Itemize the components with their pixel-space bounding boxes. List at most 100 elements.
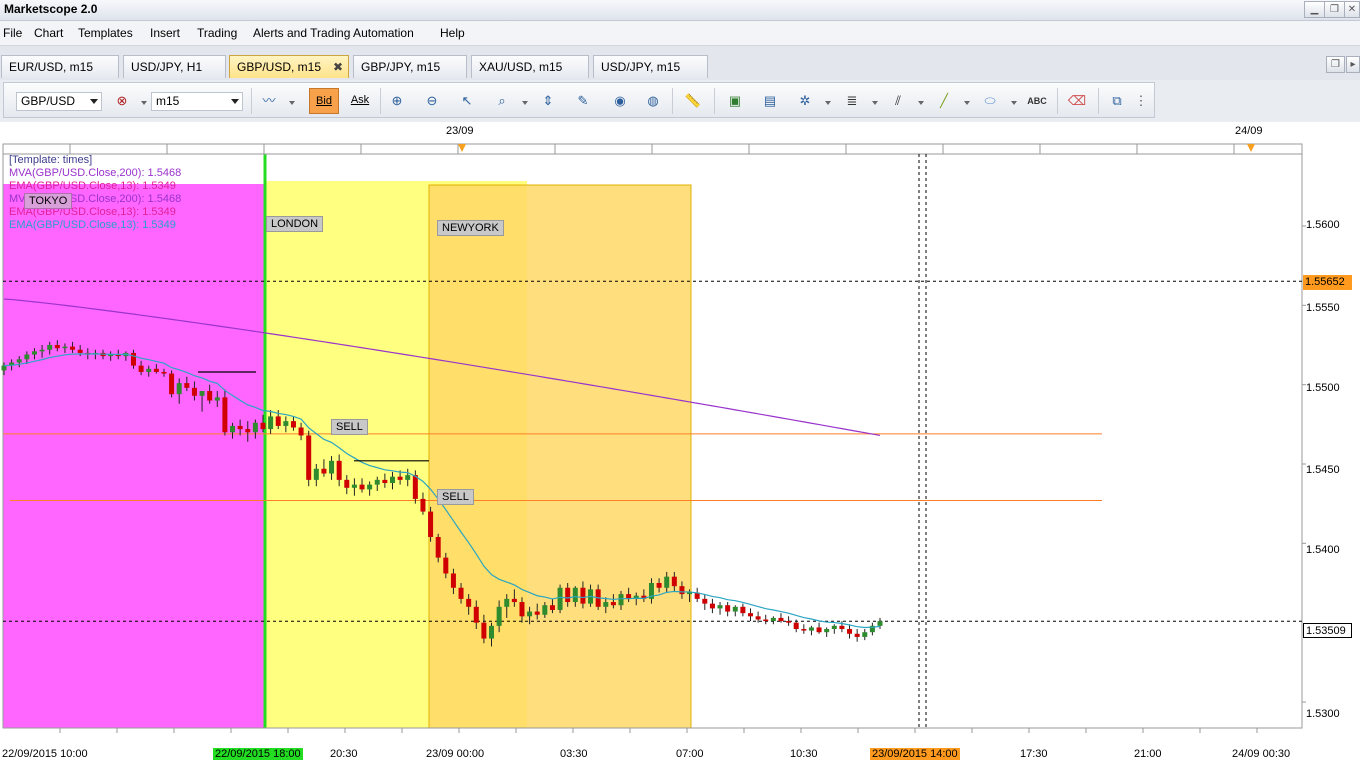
candle-down <box>153 368 159 372</box>
sell-signal-label[interactable]: SELL <box>331 419 368 435</box>
ruler-icon[interactable]: 📏 <box>682 91 704 111</box>
menu-help[interactable]: Help <box>440 26 465 40</box>
candle-up <box>1 365 7 371</box>
trendline-icon[interactable]: ╱ <box>933 91 955 111</box>
candle-down <box>321 468 327 474</box>
candle-down <box>344 479 350 488</box>
tab-gbpjpy-m15[interactable]: GBP/JPY, m15 <box>353 55 467 78</box>
y-tick-label: 1.5550 <box>1306 302 1340 314</box>
candle-up <box>557 587 563 610</box>
chevron-down-icon[interactable] <box>918 101 924 105</box>
candle-up <box>603 602 609 607</box>
tabs-restore-button[interactable]: ❐ <box>1326 56 1345 73</box>
toolbar-separator <box>251 88 252 114</box>
toolbar-separator <box>714 88 715 114</box>
candle-up <box>31 351 37 355</box>
current-price-box: 1.53509 <box>1303 623 1352 638</box>
tokyo-session-area <box>3 184 265 728</box>
close-window-button[interactable]: ✕ <box>1344 1 1360 18</box>
cursor-icon[interactable]: ↖ <box>456 91 478 111</box>
candle-down <box>290 421 296 428</box>
zoom-out-icon[interactable]: ⊖ <box>421 91 443 111</box>
scale-icon[interactable]: ⇕ <box>537 91 559 111</box>
x-tick-label: 22/09/2015 10:00 <box>2 748 88 760</box>
sell-signal-label[interactable]: SELL <box>437 489 474 505</box>
chart-type-icon[interactable]: 〰 <box>258 91 280 111</box>
ask-button[interactable]: Ask <box>346 88 374 114</box>
chevron-down-icon[interactable] <box>964 101 970 105</box>
candle-up <box>199 391 205 396</box>
chevron-down-icon[interactable] <box>825 101 831 105</box>
zoom-area-icon[interactable]: ⌕ <box>491 91 513 111</box>
menu-alerts[interactable]: Alerts and Trading Automation <box>253 26 414 40</box>
tab-close-icon[interactable]: ✖ <box>333 56 343 79</box>
candle-down <box>275 416 281 426</box>
symbol-select[interactable]: GBP/USD <box>16 92 102 111</box>
candle-down <box>610 602 616 606</box>
candle-down <box>222 397 228 433</box>
eye-icon[interactable]: ◉ <box>609 91 631 111</box>
minimize-button[interactable]: ▁ <box>1304 1 1325 18</box>
menu-templates[interactable]: Templates <box>78 26 133 40</box>
candle-down <box>519 602 525 617</box>
tab-label: USD/JPY, H1 <box>131 60 203 74</box>
chart-area[interactable]: [Template: times] MVA(GBP/USD.Close,200)… <box>0 122 1360 768</box>
price-chart[interactable] <box>0 122 1360 768</box>
ellipse-icon[interactable]: ⬭ <box>979 91 1001 111</box>
timeframe-select[interactable]: m15 <box>151 92 243 111</box>
candle-down <box>458 587 464 599</box>
image-icon[interactable]: ▣ <box>724 91 746 111</box>
bid-button[interactable]: Bid <box>309 88 339 114</box>
candle-down <box>77 349 83 353</box>
fan-icon[interactable]: ⫽ <box>887 91 909 111</box>
candle-up <box>572 587 578 603</box>
candle-down <box>435 536 441 558</box>
tabs-scroll-button[interactable]: ▸ <box>1346 56 1360 73</box>
hierarchy-icon[interactable]: ⧉ <box>1106 91 1128 111</box>
candle-down <box>428 511 434 537</box>
candle-up <box>214 397 220 401</box>
session-label-london[interactable]: LONDON <box>266 216 324 232</box>
candle-down <box>260 422 266 430</box>
menu-insert[interactable]: Insert <box>150 26 180 40</box>
toolbar-overflow-icon[interactable]: ⋮ <box>1134 91 1148 111</box>
y-tick-label: 1.5300 <box>1306 708 1340 720</box>
tab-xauusd-m15[interactable]: XAU/USD, m15 <box>471 55 589 78</box>
text-tool-icon[interactable]: ABC <box>1026 91 1048 111</box>
edit-chart-icon[interactable]: ✎ <box>572 91 594 111</box>
zoom-in-icon[interactable]: ⊕ <box>386 91 408 111</box>
x-tick-label: 03:30 <box>560 748 588 760</box>
lines-icon[interactable]: ≣ <box>841 91 863 111</box>
remove-indicator-icon[interactable]: ⊗ <box>111 91 133 111</box>
candle-down <box>237 425 243 430</box>
candle-up <box>618 594 624 606</box>
candle-down <box>138 365 144 372</box>
chevron-down-icon[interactable] <box>522 101 528 105</box>
chevron-down-icon[interactable] <box>289 101 295 105</box>
tab-eurusd-m15[interactable]: EUR/USD, m15 <box>1 55 119 78</box>
eraser-icon[interactable]: ⌫ <box>1066 91 1088 111</box>
candle-down <box>54 345 60 349</box>
candle-up <box>862 632 868 637</box>
tools-icon[interactable]: ✲ <box>794 91 816 111</box>
restore-button[interactable]: ❐ <box>1324 1 1345 18</box>
candle-down <box>534 611 540 615</box>
candle-up <box>39 349 45 352</box>
menu-chart[interactable]: Chart <box>34 26 63 40</box>
tab-usdjpy-m15[interactable]: USD/JPY, m15 <box>593 55 708 78</box>
x-tick-label: 21:00 <box>1134 748 1162 760</box>
tab-gbpusd-m15[interactable]: GBP/USD, m15 ✖ <box>229 55 349 78</box>
candle-up <box>504 598 510 607</box>
session-label-tokyo[interactable]: TOKYO <box>24 193 73 209</box>
chevron-down-icon[interactable] <box>141 101 147 105</box>
menu-trading[interactable]: Trading <box>197 26 237 40</box>
menu-file[interactable]: File <box>3 26 22 40</box>
chevron-down-icon[interactable] <box>872 101 878 105</box>
window-icon[interactable]: ▤ <box>759 91 781 111</box>
candle-up <box>230 425 236 433</box>
session-label-newyork[interactable]: NEWYORK <box>437 220 504 236</box>
candle-down <box>725 605 731 612</box>
globe-icon[interactable]: ◍ <box>642 91 664 111</box>
tab-usdjpy-h1[interactable]: USD/JPY, H1 <box>123 55 226 78</box>
chevron-down-icon[interactable] <box>1011 101 1017 105</box>
